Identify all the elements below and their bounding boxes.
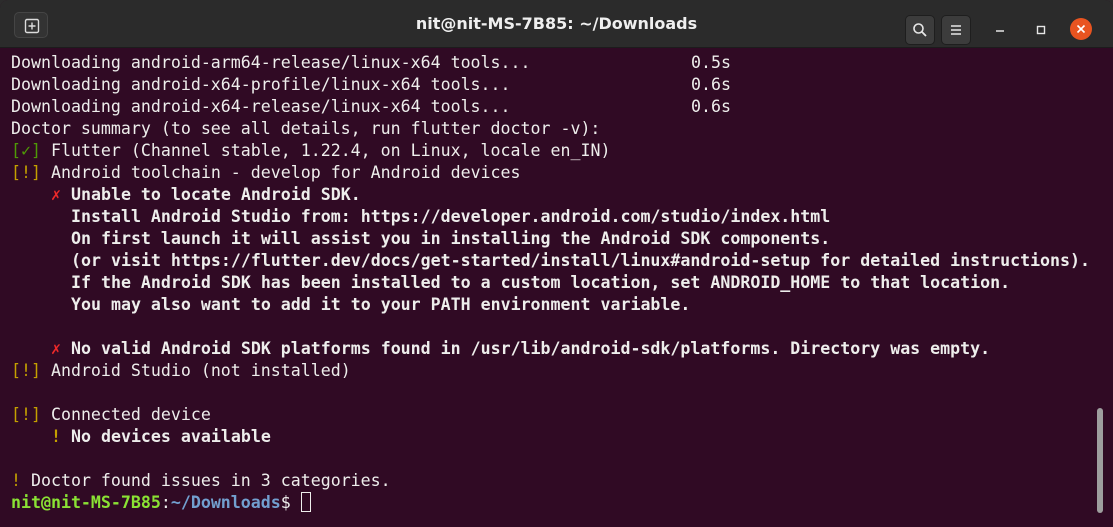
sdk-error-text: If the Android SDK has been installed to… [71,273,1011,292]
warning-mark: [!] [11,405,41,424]
sdk-error-text: Unable to locate Android SDK. [71,185,361,204]
sdk-error-text: (or visit https://flutter.dev/docs/get-s… [71,251,1091,270]
prompt-user-host: nit@nit-MS-7B85 [11,493,161,512]
warning-mark: [!] [11,163,41,182]
no-devices-text: No devices available [71,427,271,446]
platform-error-line: ✗ [51,338,61,360]
error-mark: ✗ [51,185,61,204]
close-icon [1076,24,1086,34]
issues-summary-text: Doctor found issues in 3 categories. [21,471,391,490]
no-devices-line: ! [51,426,61,448]
text-cursor [300,492,311,512]
download-line: Downloading android-x64-release/linux-x6… [11,96,511,118]
warning-mark: ! [51,427,61,446]
warning-mark: ! [11,471,21,490]
download-text: Downloading android-x64-profile/linux-x6… [11,75,511,94]
minimize-button[interactable] [988,18,1012,42]
sdk-error-text: Install Android Studio from: https://dev… [71,207,831,226]
download-line: Downloading android-x64-profile/linux-x6… [11,74,511,96]
sdk-error-text: You may also want to add it to your PATH… [71,295,691,314]
search-icon [913,23,927,37]
minimize-icon [996,30,1004,32]
download-text: Downloading android-x64-release/linux-x6… [11,97,511,116]
prompt-symbol: $ [280,493,301,512]
device-status-line: [!] Connected device [11,404,211,426]
toolchain-status-text: Android toolchain - develop for Android … [40,163,521,182]
menu-button[interactable] [941,15,971,45]
sdk-error-text: On first launch it will assist you in in… [71,229,831,248]
close-button[interactable] [1070,18,1092,40]
download-text: Downloading android-arm64-release/linux-… [11,53,531,72]
title-bar: nit@nit-MS-7B85: ~/Downloads [0,0,1113,48]
flutter-status-text: Flutter (Channel stable, 1.22.4, on Linu… [40,141,611,160]
studio-status-line: [!] Android Studio (not installed) [11,360,351,382]
error-mark: ✗ [51,339,61,358]
download-time: 0.6s [691,75,731,94]
download-line: Downloading android-arm64-release/linux-… [11,52,531,74]
shell-prompt[interactable]: nit@nit-MS-7B85:~/Downloads$ [11,492,311,514]
hamburger-menu-icon [951,25,961,35]
sdk-error-line: ✗ [51,184,61,206]
terminal-output[interactable]: Downloading android-arm64-release/linux-… [0,52,1096,527]
download-time: 0.5s [691,53,731,72]
prompt-path: ~/Downloads [170,493,281,512]
ok-mark: [✓] [11,141,41,160]
toolchain-status-line: [!] Android toolchain - develop for Andr… [11,162,521,184]
warning-mark: [!] [11,361,41,380]
search-button[interactable] [905,15,935,45]
studio-status-text: Android Studio (not installed) [40,361,351,380]
scrollbar-thumb[interactable] [1097,408,1103,513]
issues-summary-line: ! Doctor found issues in 3 categories. [11,470,391,492]
download-time: 0.6s [691,97,731,116]
maximize-button[interactable] [1029,18,1053,42]
terminal-window: nit@nit-MS-7B85: ~/Downloads Downloading… [0,0,1113,527]
maximize-icon [1036,25,1046,35]
device-status-text: Connected device [40,405,211,424]
doctor-summary-header: Doctor summary (to see all details, run … [11,119,601,138]
prompt-separator: : [160,493,171,512]
platform-error-text: No valid Android SDK platforms found in … [71,339,991,358]
flutter-status-line: [✓] Flutter (Channel stable, 1.22.4, on … [11,140,610,162]
